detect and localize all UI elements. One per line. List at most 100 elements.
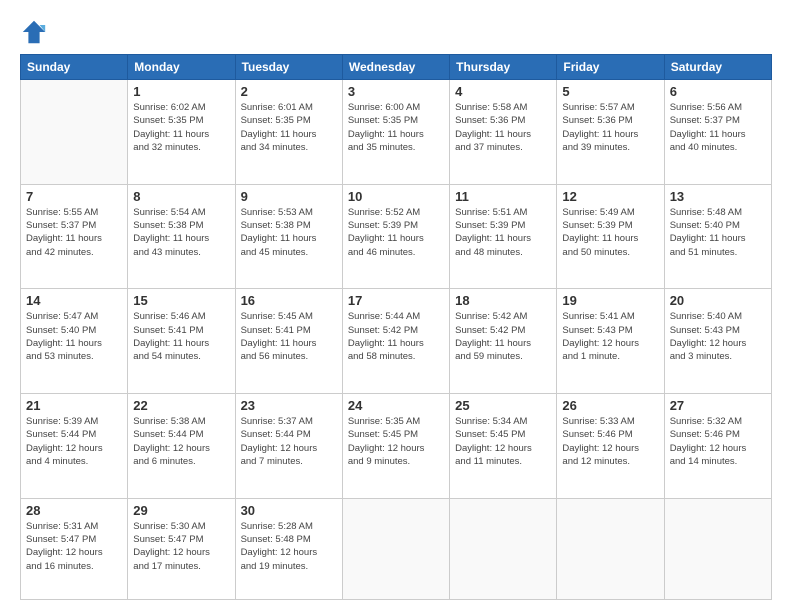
calendar-cell: 21 Sunrise: 5:39 AM Sunset: 5:44 PM Dayli… [21,394,128,499]
calendar-cell: 7 Sunrise: 5:55 AM Sunset: 5:37 PM Daylig… [21,184,128,289]
day-info: Sunrise: 5:32 AM Sunset: 5:46 PM Dayligh… [670,415,766,468]
day-number: 7 [26,189,122,204]
day-info: Sunrise: 5:39 AM Sunset: 5:44 PM Dayligh… [26,415,122,468]
calendar-cell: 12 Sunrise: 5:49 AM Sunset: 5:39 PM Dayli… [557,184,664,289]
calendar-cell: 30 Sunrise: 5:28 AM Sunset: 5:48 PM Dayli… [235,498,342,599]
calendar-week-row: 7 Sunrise: 5:55 AM Sunset: 5:37 PM Daylig… [21,184,772,289]
day-number: 25 [455,398,551,413]
day-info: Sunrise: 5:55 AM Sunset: 5:37 PM Dayligh… [26,206,122,259]
calendar-cell: 9 Sunrise: 5:53 AM Sunset: 5:38 PM Daylig… [235,184,342,289]
calendar-cell: 17 Sunrise: 5:44 AM Sunset: 5:42 PM Dayli… [342,289,449,394]
day-number: 11 [455,189,551,204]
calendar-cell: 1 Sunrise: 6:02 AM Sunset: 5:35 PM Daylig… [128,80,235,185]
day-info: Sunrise: 5:58 AM Sunset: 5:36 PM Dayligh… [455,101,551,154]
day-number: 24 [348,398,444,413]
calendar-cell: 2 Sunrise: 6:01 AM Sunset: 5:35 PM Daylig… [235,80,342,185]
calendar-cell: 23 Sunrise: 5:37 AM Sunset: 5:44 PM Dayli… [235,394,342,499]
day-number: 30 [241,503,337,518]
day-info: Sunrise: 5:40 AM Sunset: 5:43 PM Dayligh… [670,310,766,363]
weekday-header-tuesday: Tuesday [235,55,342,80]
weekday-header-friday: Friday [557,55,664,80]
day-info: Sunrise: 5:44 AM Sunset: 5:42 PM Dayligh… [348,310,444,363]
day-info: Sunrise: 5:37 AM Sunset: 5:44 PM Dayligh… [241,415,337,468]
logo [20,18,52,46]
day-number: 14 [26,293,122,308]
day-info: Sunrise: 5:33 AM Sunset: 5:46 PM Dayligh… [562,415,658,468]
weekday-header-thursday: Thursday [450,55,557,80]
day-info: Sunrise: 5:31 AM Sunset: 5:47 PM Dayligh… [26,520,122,573]
weekday-header-sunday: Sunday [21,55,128,80]
calendar-cell: 5Sunrise: 5:57 AM Sunset: 5:36 PM Daylig… [557,80,664,185]
day-number: 1 [133,84,229,99]
calendar-cell: 22Sunrise: 5:38 AM Sunset: 5:44 PM Dayli… [128,394,235,499]
day-number: 29 [133,503,229,518]
day-number: 8 [133,189,229,204]
day-number: 2 [241,84,337,99]
day-info: Sunrise: 5:45 AM Sunset: 5:41 PM Dayligh… [241,310,337,363]
day-number: 6 [670,84,766,99]
day-number: 23 [241,398,337,413]
day-number: 26 [562,398,658,413]
calendar-week-row: 1 Sunrise: 6:02 AM Sunset: 5:35 PM Daylig… [21,80,772,185]
day-info: Sunrise: 5:46 AM Sunset: 5:41 PM Dayligh… [133,310,229,363]
day-info: Sunrise: 6:02 AM Sunset: 5:35 PM Dayligh… [133,101,229,154]
calendar-cell: 11Sunrise: 5:51 AM Sunset: 5:39 PM Dayli… [450,184,557,289]
calendar-cell: 8 Sunrise: 5:54 AM Sunset: 5:38 PM Daylig… [128,184,235,289]
calendar-table: SundayMondayTuesdayWednesdayThursdayFrid… [20,54,772,600]
day-info: Sunrise: 5:49 AM Sunset: 5:39 PM Dayligh… [562,206,658,259]
calendar-cell: 16 Sunrise: 5:45 AM Sunset: 5:41 PM Dayli… [235,289,342,394]
day-number: 4 [455,84,551,99]
page: SundayMondayTuesdayWednesdayThursdayFrid… [0,0,792,612]
calendar-cell: 27 Sunrise: 5:32 AM Sunset: 5:46 PM Dayli… [664,394,771,499]
weekday-header-monday: Monday [128,55,235,80]
day-info: Sunrise: 5:52 AM Sunset: 5:39 PM Dayligh… [348,206,444,259]
day-number: 12 [562,189,658,204]
calendar-cell [450,498,557,599]
calendar-cell: 3 Sunrise: 6:00 AM Sunset: 5:35 PM Daylig… [342,80,449,185]
day-info: Sunrise: 5:38 AM Sunset: 5:44 PM Dayligh… [133,415,229,468]
day-number: 21 [26,398,122,413]
calendar-cell: 24 Sunrise: 5:35 AM Sunset: 5:45 PM Dayli… [342,394,449,499]
calendar-cell: 29 Sunrise: 5:30 AM Sunset: 5:47 PM Dayli… [128,498,235,599]
day-number: 15 [133,293,229,308]
day-info: Sunrise: 5:53 AM Sunset: 5:38 PM Dayligh… [241,206,337,259]
calendar-cell: 10 Sunrise: 5:52 AM Sunset: 5:39 PM Dayli… [342,184,449,289]
calendar-cell [21,80,128,185]
calendar-week-row: 21 Sunrise: 5:39 AM Sunset: 5:44 PM Dayli… [21,394,772,499]
calendar-cell: 13 Sunrise: 5:48 AM Sunset: 5:40 PM Dayli… [664,184,771,289]
header [20,18,772,46]
calendar-week-row: 14 Sunrise: 5:47 AM Sunset: 5:40 PM Dayli… [21,289,772,394]
calendar-cell [557,498,664,599]
day-info: Sunrise: 5:54 AM Sunset: 5:38 PM Dayligh… [133,206,229,259]
calendar-cell: 26 Sunrise: 5:33 AM Sunset: 5:46 PM Dayli… [557,394,664,499]
calendar-cell: 28 Sunrise: 5:31 AM Sunset: 5:47 PM Dayli… [21,498,128,599]
day-info: Sunrise: 5:48 AM Sunset: 5:40 PM Dayligh… [670,206,766,259]
day-number: 3 [348,84,444,99]
weekday-header-saturday: Saturday [664,55,771,80]
day-info: Sunrise: 6:01 AM Sunset: 5:35 PM Dayligh… [241,101,337,154]
calendar-header-row: SundayMondayTuesdayWednesdayThursdayFrid… [21,55,772,80]
day-number: 17 [348,293,444,308]
day-number: 19 [562,293,658,308]
day-number: 27 [670,398,766,413]
day-info: Sunrise: 5:28 AM Sunset: 5:48 PM Dayligh… [241,520,337,573]
calendar-week-row: 28 Sunrise: 5:31 AM Sunset: 5:47 PM Dayli… [21,498,772,599]
logo-icon [20,18,48,46]
day-info: Sunrise: 5:34 AM Sunset: 5:45 PM Dayligh… [455,415,551,468]
day-info: Sunrise: 5:57 AM Sunset: 5:36 PM Dayligh… [562,101,658,154]
day-number: 13 [670,189,766,204]
calendar-cell: 14 Sunrise: 5:47 AM Sunset: 5:40 PM Dayli… [21,289,128,394]
day-info: Sunrise: 5:47 AM Sunset: 5:40 PM Dayligh… [26,310,122,363]
day-info: Sunrise: 5:30 AM Sunset: 5:47 PM Dayligh… [133,520,229,573]
day-number: 28 [26,503,122,518]
day-number: 10 [348,189,444,204]
calendar-cell: 25 Sunrise: 5:34 AM Sunset: 5:45 PM Dayli… [450,394,557,499]
day-number: 9 [241,189,337,204]
calendar-cell: 19Sunrise: 5:41 AM Sunset: 5:43 PM Dayli… [557,289,664,394]
calendar-cell [342,498,449,599]
calendar-cell: 6Sunrise: 5:56 AM Sunset: 5:37 PM Daylig… [664,80,771,185]
day-info: Sunrise: 5:35 AM Sunset: 5:45 PM Dayligh… [348,415,444,468]
day-info: Sunrise: 6:00 AM Sunset: 5:35 PM Dayligh… [348,101,444,154]
day-number: 16 [241,293,337,308]
day-number: 20 [670,293,766,308]
